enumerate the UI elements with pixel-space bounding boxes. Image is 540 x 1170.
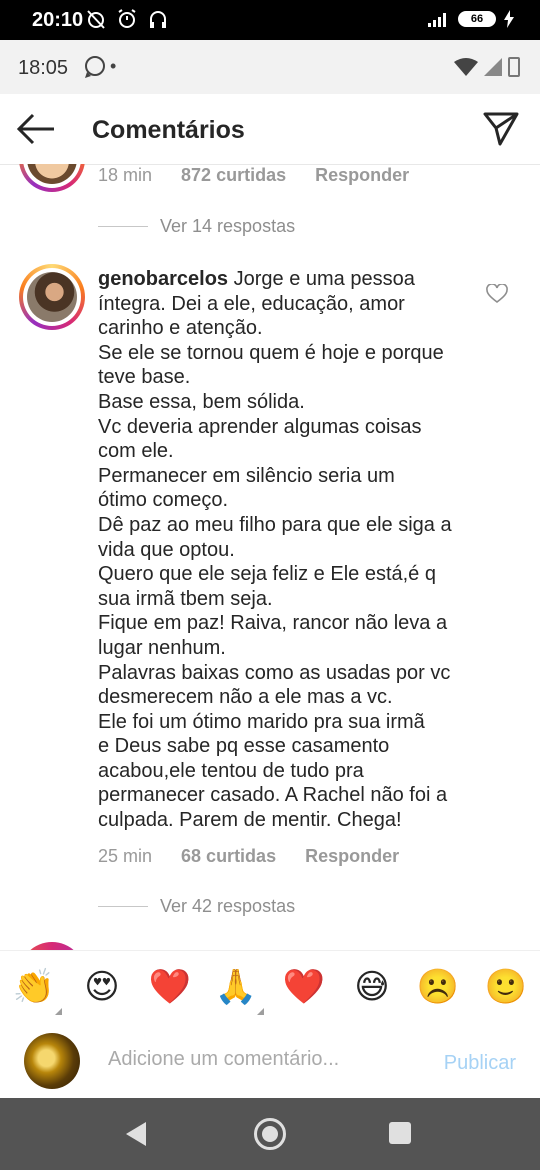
system-nav-bar xyxy=(0,1098,540,1170)
likes-count[interactable]: 68 curtidas xyxy=(181,846,276,867)
comment-time: 25 min xyxy=(98,846,153,866)
view-replies-label: Ver 42 respostas xyxy=(160,896,296,916)
comment-meta: 25 min 68 curtidas Responder xyxy=(98,846,428,867)
comment-line: acabou,ele tentou de tudo pra xyxy=(98,759,364,782)
device-time: 20:10 xyxy=(32,9,84,31)
red-heart-emoji-button[interactable]: ❤️ xyxy=(282,967,326,1007)
comments-list[interactable]: 18 min 872 curtidas Responder Ver 14 res… xyxy=(0,164,540,950)
comment-line-0: genobarcelos Jorge e uma pessoa xyxy=(98,268,415,290)
comment-line: Ele foi um ótimo marido pra sua irmã xyxy=(98,710,425,733)
comment-line: e Deus sabe pq esse casamento xyxy=(98,735,390,758)
wifi-icon xyxy=(454,58,478,76)
screenshot-status-bar: 18:05 • xyxy=(0,40,540,94)
comment-line: Palavras baixas como as usadas por vc xyxy=(98,661,451,684)
cell-signal-icon xyxy=(484,58,502,76)
comment-line: Base essa, bem sólida. xyxy=(98,390,305,413)
whatsapp-icon xyxy=(85,56,105,78)
comment-line: ótimo começo. xyxy=(98,489,229,512)
comment-line: lugar nenhum. xyxy=(98,636,226,659)
slight-smile-emoji-button[interactable]: 🙂 xyxy=(484,967,528,1007)
folded-hands-emoji-button[interactable]: 🙏 xyxy=(214,967,264,1015)
avatar xyxy=(24,1033,80,1089)
avatar[interactable] xyxy=(19,164,85,192)
signal-icon xyxy=(428,13,446,27)
frowning-face-emoji-button[interactable]: ☹️ xyxy=(416,967,460,1007)
page-title: Comentários xyxy=(92,116,245,144)
comment-line: Quero que ele seja feliz e Ele está,é q xyxy=(98,563,436,586)
view-replies-button[interactable]: Ver 42 respostas xyxy=(98,896,295,917)
comment-line: carinho e atenção. xyxy=(98,317,263,340)
divider xyxy=(98,226,148,227)
likes-count[interactable]: 872 curtidas xyxy=(181,165,286,186)
charging-icon xyxy=(504,10,514,28)
comment-line: vida que optou. xyxy=(98,538,235,561)
view-replies-button[interactable]: Ver 14 respostas xyxy=(98,216,295,237)
comment-text: genobarcelos Jorge e uma pessoa íntegra.… xyxy=(98,267,478,833)
view-replies-label: Ver 14 respostas xyxy=(160,216,296,236)
comment-time: 18 min xyxy=(98,165,153,185)
comment-line: Dê paz ao meu filho para que ele siga a xyxy=(98,513,452,536)
comment-line: permanecer casado. A Rachel não foi a xyxy=(98,784,448,807)
comment-line: Permanecer em silêncio seria um xyxy=(98,464,395,487)
alarm-clock-icon xyxy=(118,9,136,28)
battery-icon: 66 xyxy=(458,11,496,27)
avatar[interactable] xyxy=(19,264,85,330)
reply-button[interactable]: Responder xyxy=(315,165,409,186)
comment-line: culpada. Parem de mentir. Chega! xyxy=(98,809,402,832)
red-heart-emoji-button[interactable]: ❤️ xyxy=(148,967,192,1007)
heart-icon[interactable] xyxy=(486,284,508,304)
comment-line: teve base. xyxy=(98,366,191,389)
comment-input[interactable]: Adicione um comentário... xyxy=(108,1048,339,1071)
nav-back-icon[interactable] xyxy=(126,1122,146,1146)
nav-recents-icon[interactable] xyxy=(389,1122,411,1144)
prev-comment-meta: 18 min 872 curtidas Responder xyxy=(98,165,438,186)
reply-button[interactable]: Responder xyxy=(305,846,399,867)
comment-composer: Adicione um comentário... Publicar xyxy=(0,1024,540,1098)
comment-line: Vc deveria aprender algumas coisas xyxy=(98,415,422,438)
paper-plane-icon[interactable] xyxy=(482,110,520,148)
app-header: Comentários xyxy=(0,94,540,165)
heart-eyes-emoji-button[interactable]: 😍 xyxy=(80,967,124,1007)
comment-username[interactable]: genobarcelos xyxy=(98,268,228,290)
comment-line: sua irmã tbem seja. xyxy=(98,587,273,610)
battery-small-icon xyxy=(508,57,520,77)
notification-dot: • xyxy=(110,56,117,76)
alarm-off-icon xyxy=(87,10,105,29)
headphones-icon xyxy=(150,11,166,28)
clapping-hands-emoji-button[interactable]: 👏 xyxy=(12,967,62,1015)
device-status-bar: 20:10 66 xyxy=(0,0,540,40)
grinning-sweat-emoji-button[interactable]: 😅 xyxy=(350,967,394,1007)
comment-line: íntegra. Dei a ele, educação, amor xyxy=(98,292,405,315)
nav-home-icon[interactable] xyxy=(254,1118,286,1150)
comment-line: com ele. xyxy=(98,440,174,463)
divider xyxy=(98,906,148,907)
comment-line: Fique em paz! Raiva, rancor não leva a xyxy=(98,612,448,635)
comment-line: desmerecem não a ele mas a vc. xyxy=(98,686,393,709)
avatar[interactable] xyxy=(19,942,85,950)
comment-line: Se ele se tornou quem é hoje e porque xyxy=(98,341,444,364)
emoji-quick-bar: 👏 😍 ❤️ 🙏 ❤️ 😅 ☹️ 🙂 xyxy=(0,950,540,1026)
arrow-left-icon[interactable] xyxy=(16,112,56,146)
publish-button[interactable]: Publicar xyxy=(444,1052,516,1075)
screenshot-time: 18:05 xyxy=(18,57,69,79)
